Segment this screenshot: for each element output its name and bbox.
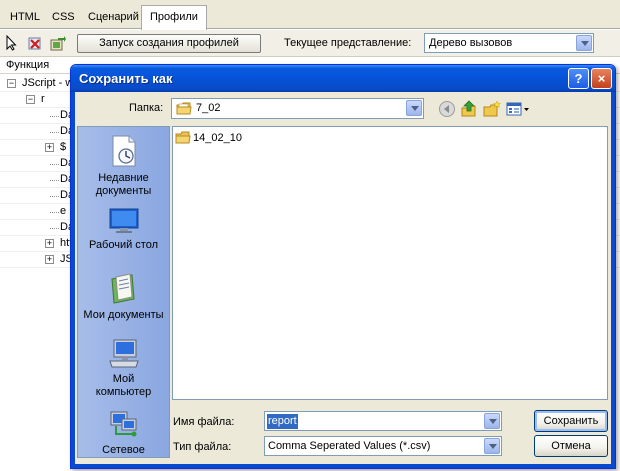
filetype-select[interactable]: Comma Seperated Values (*.csv) xyxy=(264,436,502,456)
start-profiling-button[interactable]: Запуск создания профилей xyxy=(77,34,261,53)
view-menu-icon[interactable] xyxy=(506,100,530,118)
chevron-down-icon[interactable] xyxy=(484,438,500,454)
my-documents-icon xyxy=(110,273,135,304)
tab-html[interactable]: HTML xyxy=(2,6,48,29)
chevron-down-icon[interactable] xyxy=(484,413,500,429)
up-folder-icon[interactable] xyxy=(460,100,478,118)
close-button[interactable]: × xyxy=(591,68,612,89)
filetype-value: Comma Seperated Values (*.csv) xyxy=(268,440,431,452)
desktop-icon xyxy=(109,208,138,233)
expand-icon[interactable]: + xyxy=(45,255,54,264)
file-name: 14_02_10 xyxy=(193,132,242,144)
current-view-value: Дерево вызовов xyxy=(429,37,513,49)
expand-icon[interactable]: + xyxy=(45,143,54,152)
folder-value: 7_02 xyxy=(196,102,221,114)
dialog-frame xyxy=(611,92,615,468)
save-as-dialog: Сохранить как ? × Папка: 7_02 Недавние д… xyxy=(70,64,616,469)
place-network[interactable]: Сетевое xyxy=(78,410,169,457)
save-button[interactable]: Сохранить xyxy=(534,410,608,432)
tree-row-label: $ xyxy=(60,141,67,153)
dialog-frame xyxy=(71,464,615,468)
collapse-icon[interactable]: − xyxy=(26,95,35,104)
chevron-down-icon[interactable] xyxy=(406,100,422,116)
current-view-label: Текущее представление: xyxy=(284,37,412,49)
collapse-icon[interactable]: − xyxy=(7,79,16,88)
folder-label: Папка: xyxy=(129,102,164,114)
tree-row-label: JScript - w xyxy=(22,77,74,89)
dialog-title: Сохранить как xyxy=(79,71,173,86)
dialog-frame xyxy=(71,92,75,468)
place-recent-documents[interactable]: Недавние документы xyxy=(78,134,169,198)
place-label: Мой xyxy=(112,373,135,385)
function-column-label: Функция xyxy=(6,59,50,71)
tab-script[interactable]: Сценарий xyxy=(80,6,147,29)
dialog-titlebar[interactable]: Сохранить как ? × xyxy=(71,65,615,92)
current-view-select[interactable]: Дерево вызовов xyxy=(424,33,594,53)
recent-documents-icon xyxy=(112,135,135,167)
file-list[interactable]: 14_02_10 xyxy=(172,126,608,400)
tree-row-label: e xyxy=(60,205,67,217)
tree-connector xyxy=(50,164,59,165)
export-icon[interactable] xyxy=(50,35,66,51)
back-icon[interactable] xyxy=(438,100,456,118)
network-icon xyxy=(110,411,136,437)
places-bar: Недавние документы Рабочий стол Мои доку… xyxy=(77,126,170,458)
place-my-computer[interactable]: Мой компьютер xyxy=(78,339,169,399)
clear-icon[interactable] xyxy=(27,35,43,51)
cancel-button[interactable]: Отмена xyxy=(534,435,608,457)
chevron-down-icon[interactable] xyxy=(576,35,592,51)
place-label: Сетевое xyxy=(102,444,145,456)
place-label: документы xyxy=(95,185,152,197)
place-label: Мои документы xyxy=(83,309,164,321)
my-computer-icon xyxy=(108,339,139,368)
place-my-documents[interactable]: Мои документы xyxy=(78,271,169,322)
expand-icon[interactable]: + xyxy=(45,239,54,248)
devtools-tab-strip: HTML CSS Сценарий Профили xyxy=(0,0,620,30)
tree-connector xyxy=(50,180,59,181)
pointer-icon[interactable] xyxy=(4,35,20,51)
tree-row-label: r xyxy=(41,93,45,105)
place-label: Недавние xyxy=(98,172,149,184)
tree-connector xyxy=(50,196,59,197)
folder-select[interactable]: 7_02 xyxy=(171,98,424,119)
place-desktop[interactable]: Рабочий стол xyxy=(78,207,169,252)
place-label: компьютер xyxy=(95,386,152,398)
help-button[interactable]: ? xyxy=(568,68,589,89)
filename-combo[interactable]: report xyxy=(264,411,502,431)
tab-profiles[interactable]: Профили xyxy=(141,5,207,30)
folder-icon xyxy=(176,102,192,115)
tree-connector xyxy=(50,116,59,117)
filename-input[interactable]: report xyxy=(267,414,298,429)
tree-connector xyxy=(50,228,59,229)
folder-icon xyxy=(175,131,191,144)
tree-connector xyxy=(50,132,59,133)
filetype-label: Тип файла: xyxy=(173,441,232,453)
place-label: Рабочий стол xyxy=(88,239,159,251)
filename-label: Имя файла: xyxy=(173,416,235,428)
tab-css[interactable]: CSS xyxy=(44,6,83,29)
new-folder-icon[interactable] xyxy=(483,100,501,118)
tree-connector xyxy=(50,212,59,213)
